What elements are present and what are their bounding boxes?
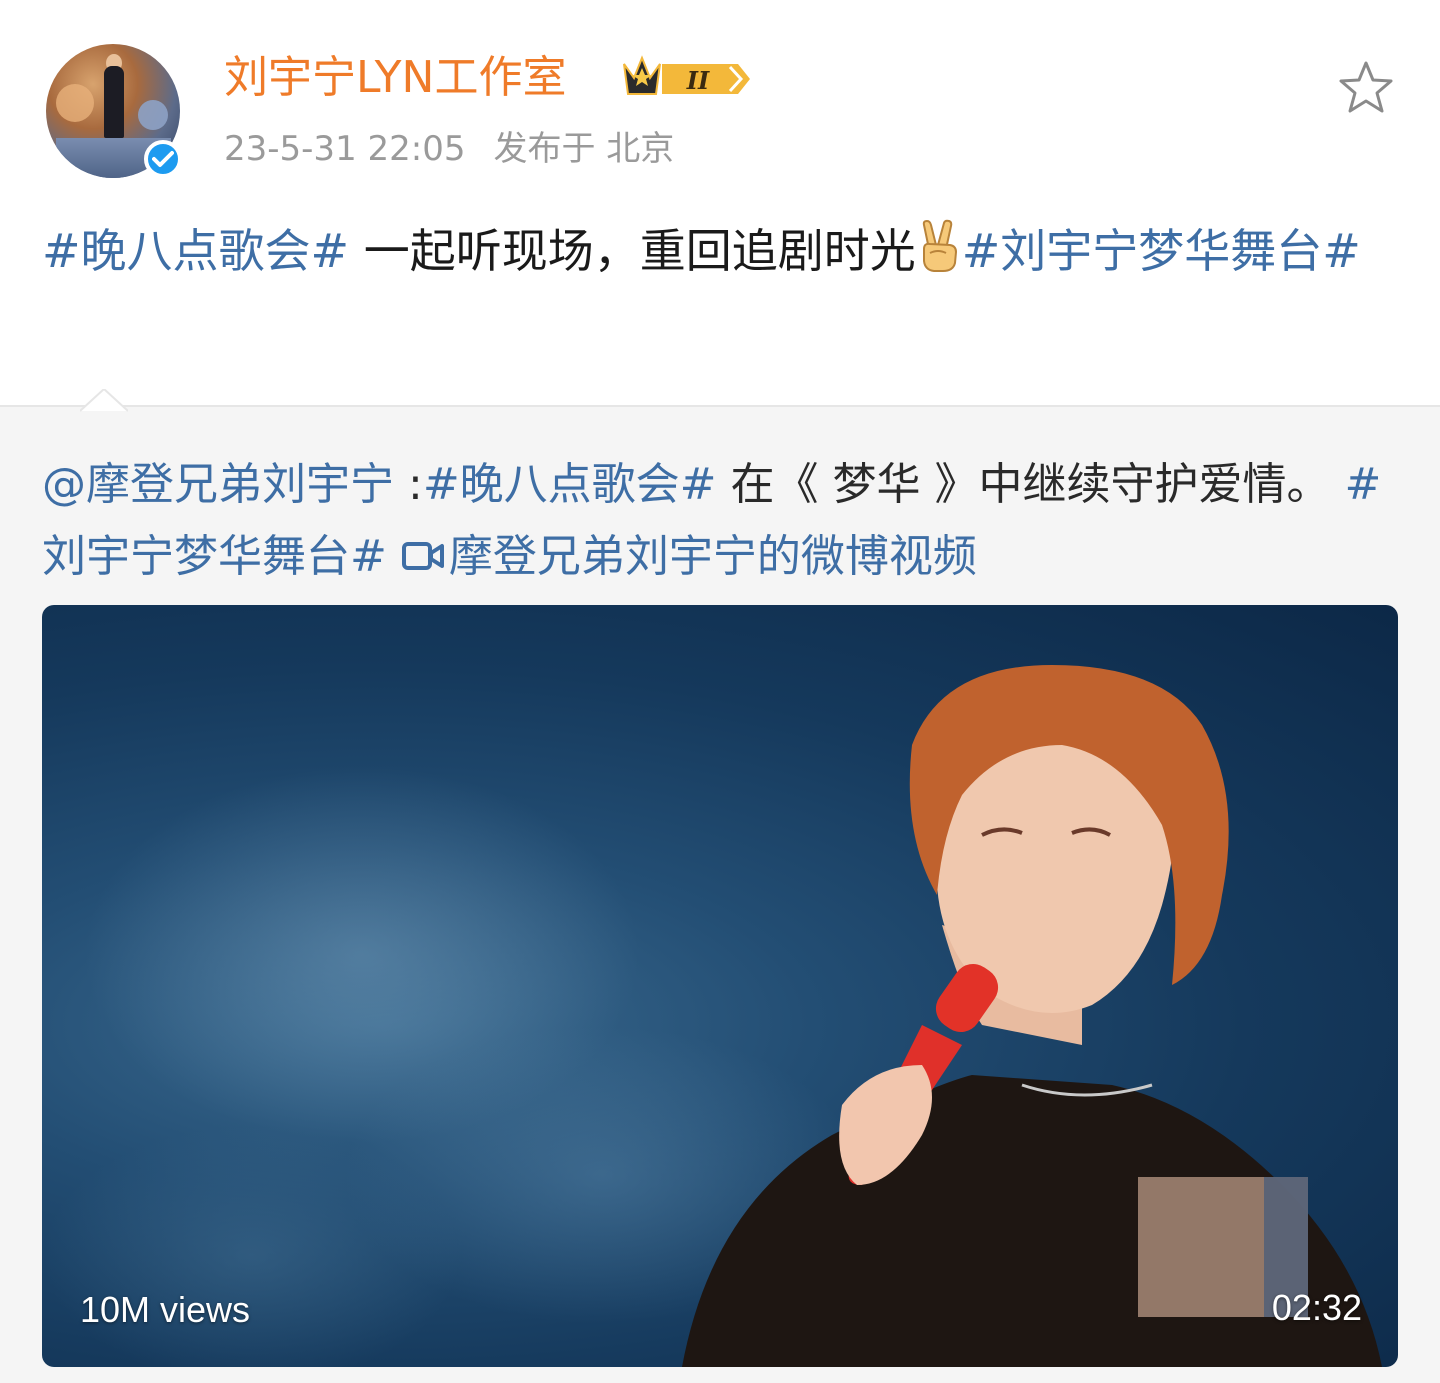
post-text: 一起听现场，重回追剧时光 <box>349 224 916 278</box>
avatar[interactable] <box>46 44 182 180</box>
hashtag-link[interactable]: #晚八点歌会# <box>42 224 349 278</box>
author-name[interactable]: 刘宇宁LYN工作室 <box>224 50 566 106</box>
vip-crown-badge-icon[interactable]: II <box>620 50 754 104</box>
repost-pointer <box>80 389 128 412</box>
video-camera-icon <box>401 542 444 570</box>
repost-body: @摩登兄弟刘宇宁 :#晚八点歌会# 在《 梦华 》中继续守护爱情。 #刘宇宁梦华… <box>42 449 1402 593</box>
post-body: #晚八点歌会# 一起听现场，重回追剧时光 #刘宇宁梦华舞台# <box>42 214 1402 288</box>
mention-link[interactable]: @摩登兄弟刘宇宁 <box>42 459 394 510</box>
hashtag-link[interactable]: #刘宇宁梦华舞台# <box>962 224 1361 278</box>
repost-text: 在《 梦华 》中继续守护爱情。 <box>716 459 1345 510</box>
star-icon[interactable] <box>1336 58 1396 118</box>
verified-check-icon <box>144 140 182 178</box>
video-duration: 02:32 <box>1271 1287 1362 1328</box>
view-count: 10M views <box>80 1289 251 1330</box>
victory-hand-emoji <box>922 219 957 272</box>
video-link[interactable]: 摩登兄弟刘宇宁的微博视频 <box>401 531 977 582</box>
post-timestamp: 23-5-31 22:05 <box>224 129 466 169</box>
vip-level-text: II <box>686 66 710 95</box>
repost-card[interactable]: @摩登兄弟刘宇宁 :#晚八点歌会# 在《 梦华 》中继续守护爱情。 #刘宇宁梦华… <box>0 389 1440 1383</box>
post-location: 发布于 北京 <box>493 129 675 169</box>
hashtag-link[interactable]: #晚八点歌会# <box>423 459 717 510</box>
repost-separator: : <box>394 459 423 510</box>
post-header: 刘宇宁LYN工作室 II 23-5-31 22:05 发布于 北京 <box>0 0 1440 200</box>
video-link-label: 摩登兄弟刘宇宁的微博视频 <box>448 531 977 582</box>
post-meta: 23-5-31 22:05 发布于 北京 <box>224 126 674 172</box>
video-player[interactable]: 10M views 02:32 <box>42 605 1398 1367</box>
